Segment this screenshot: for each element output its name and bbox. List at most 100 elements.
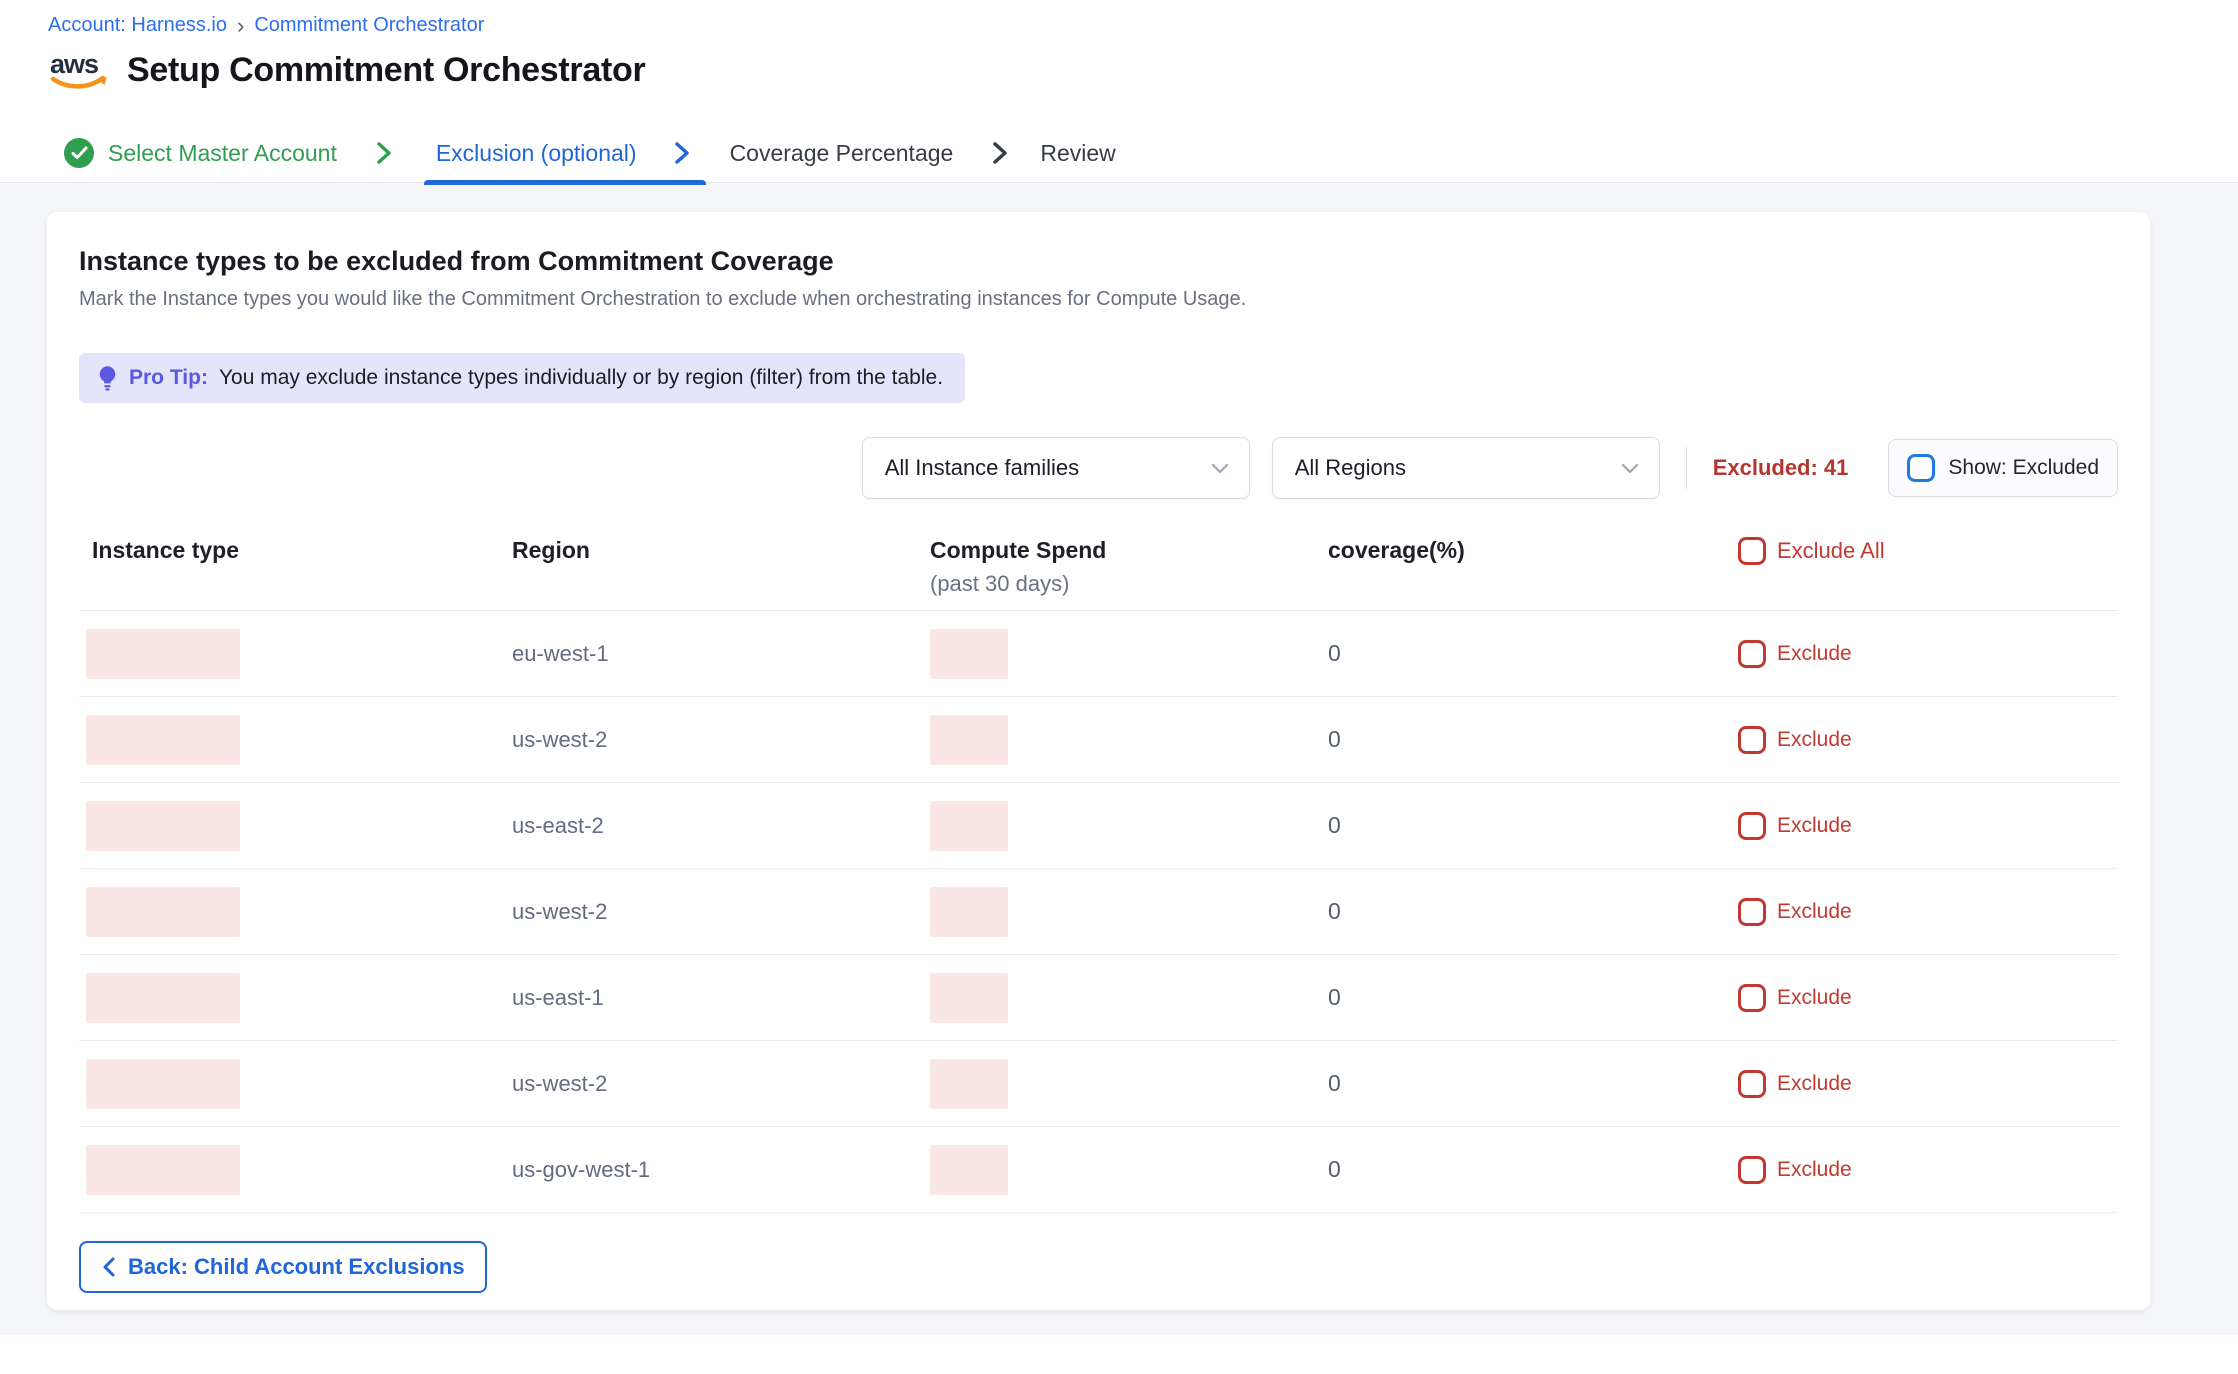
page-title: Setup Commitment Orchestrator: [127, 51, 645, 90]
redacted-instance-type: [86, 887, 240, 937]
filter-divider: [1686, 447, 1687, 489]
redacted-instance-type: [86, 1145, 240, 1195]
filter-bar: All Instance families All Regions Exclud…: [79, 437, 2118, 499]
table-row: us-gov-west-1 0 Exclude: [79, 1127, 2118, 1213]
chevron-right-icon: [671, 140, 692, 166]
region-value: us-east-1: [512, 985, 604, 1010]
table-row: us-east-10Exclude: [79, 955, 2118, 1041]
pro-tip-text: You may exclude instance types individua…: [219, 366, 943, 390]
coverage-value: 0: [1328, 1156, 1341, 1182]
redacted-instance-type: [86, 801, 240, 851]
region-value: us-west-2: [512, 899, 607, 924]
table-row: eu-west-1 0 Exclude: [79, 611, 2118, 697]
region-value: us-east-2: [512, 813, 604, 838]
lightbulb-icon: [97, 365, 118, 392]
chevron-right-icon: [373, 140, 394, 166]
col-header-exclude-all: Exclude All: [1738, 537, 2118, 565]
breadcrumb-separator-icon: ›: [237, 16, 244, 36]
exclude-checkbox[interactable]: [1738, 1156, 1766, 1184]
exclude-label: Exclude: [1777, 900, 1852, 924]
coverage-value: 0: [1328, 1070, 1341, 1096]
exclude-all-label: Exclude All: [1777, 538, 1885, 564]
exclude-all-checkbox[interactable]: [1738, 537, 1766, 565]
exclude-label: Exclude: [1777, 1158, 1852, 1182]
coverage-value: 0: [1328, 726, 1341, 752]
redacted-compute-spend: [930, 973, 1008, 1023]
step-select-master-account[interactable]: Select Master Account: [64, 138, 394, 168]
compute-spend-label: Compute Spend: [930, 537, 1106, 563]
redacted-instance-type: [86, 973, 240, 1023]
table-body: eu-west-10Excludeus-west-20Excludeus-eas…: [79, 611, 2118, 1213]
table-header-row: Instance type Region Compute Spend (past…: [79, 537, 2118, 611]
exclude-checkbox[interactable]: [1738, 640, 1766, 668]
svg-text:aws: aws: [50, 49, 98, 79]
back-button[interactable]: Back: Child Account Exclusions: [79, 1241, 487, 1293]
redacted-compute-spend: [930, 887, 1008, 937]
back-button-label: Back: Child Account Exclusions: [128, 1254, 465, 1280]
coverage-value: 0: [1328, 812, 1341, 838]
redacted-compute-spend: [930, 801, 1008, 851]
col-header-compute-spend: Compute Spend (past 30 days): [930, 537, 1328, 597]
redacted-instance-type: [86, 715, 240, 765]
exclude-checkbox[interactable]: [1738, 984, 1766, 1012]
exclude-label: Exclude: [1777, 1072, 1852, 1096]
chevron-down-icon: [1211, 463, 1229, 474]
exclude-checkbox[interactable]: [1738, 1070, 1766, 1098]
regions-value: All Regions: [1295, 455, 1406, 481]
coverage-value: 0: [1328, 898, 1341, 924]
table-row: us-west-2 0 Exclude: [79, 697, 2118, 783]
pro-tip-banner: Pro Tip: You may exclude instance types …: [79, 353, 965, 403]
table-row: us-west-2 0 Exclude: [79, 869, 2118, 955]
exclude-label: Exclude: [1777, 814, 1852, 838]
step-exclusion-active-tab[interactable]: Exclusion (optional): [424, 140, 706, 167]
wizard-stepper: Select Master Account Exclusion (optiona…: [48, 124, 2238, 182]
exclude-checkbox[interactable]: [1738, 898, 1766, 926]
coverage-value: 0: [1328, 640, 1341, 666]
chevron-left-icon: [101, 1256, 116, 1278]
col-header-region: Region: [512, 537, 930, 564]
region-value: us-gov-west-1: [512, 1157, 650, 1182]
redacted-compute-spend: [930, 629, 1008, 679]
panel-title: Instance types to be excluded from Commi…: [79, 246, 2118, 277]
table-row: us-west-20Exclude: [79, 1041, 2118, 1127]
instance-families-value: All Instance families: [885, 455, 1079, 481]
step-label: Coverage Percentage: [730, 140, 954, 167]
redacted-instance-type: [86, 1059, 240, 1109]
redacted-compute-spend: [930, 1059, 1008, 1109]
redacted-instance-type: [86, 629, 240, 679]
step-complete-check-icon: [64, 138, 94, 168]
coverage-value: 0: [1328, 984, 1341, 1010]
content-background: Instance types to be excluded from Commi…: [0, 183, 2238, 1335]
exclude-label: Exclude: [1777, 728, 1852, 752]
col-header-coverage: coverage(%): [1328, 537, 1738, 564]
exclude-checkbox[interactable]: [1738, 726, 1766, 754]
exclusion-panel: Instance types to be excluded from Commi…: [47, 212, 2150, 1310]
breadcrumb: Account: Harness.io › Commitment Orchest…: [48, 14, 2238, 37]
exclude-label: Exclude: [1777, 642, 1852, 666]
show-excluded-checkbox[interactable]: [1907, 454, 1935, 482]
exclude-checkbox[interactable]: [1738, 812, 1766, 840]
pro-tip-label: Pro Tip:: [129, 366, 208, 390]
redacted-compute-spend: [930, 715, 1008, 765]
breadcrumb-page-link[interactable]: Commitment Orchestrator: [254, 14, 484, 37]
step-label: Select Master Account: [108, 140, 337, 167]
chevron-down-icon: [1621, 463, 1639, 474]
table-row: us-east-2 0 Exclude: [79, 783, 2118, 869]
redacted-compute-spend: [930, 1145, 1008, 1195]
show-excluded-button[interactable]: Show: Excluded: [1888, 439, 2118, 497]
chevron-right-icon: [989, 140, 1010, 166]
region-value: eu-west-1: [512, 641, 609, 666]
excluded-count-badge: Excluded: 41: [1713, 455, 1849, 481]
breadcrumb-account-link[interactable]: Account: Harness.io: [48, 14, 227, 37]
step-coverage-percentage[interactable]: Coverage Percentage: [730, 140, 1011, 167]
aws-logo: aws: [48, 46, 112, 94]
instance-families-dropdown[interactable]: All Instance families: [862, 437, 1250, 499]
col-header-instance-type: Instance type: [79, 537, 512, 564]
step-review[interactable]: Review: [1040, 140, 1115, 167]
regions-dropdown[interactable]: All Regions: [1272, 437, 1660, 499]
show-excluded-label: Show: Excluded: [1948, 456, 2099, 480]
page-header: Account: Harness.io › Commitment Orchest…: [0, 0, 2238, 183]
compute-spend-sublabel: (past 30 days): [930, 571, 1328, 597]
region-value: us-west-2: [512, 727, 607, 752]
panel-subtitle: Mark the Instance types you would like t…: [79, 288, 2118, 311]
